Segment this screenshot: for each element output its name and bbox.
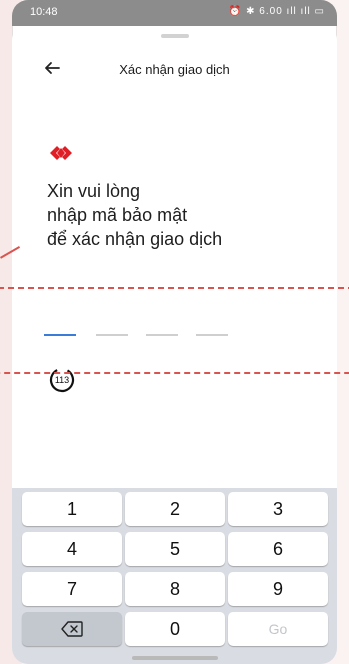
- status-time: 10:48: [30, 6, 58, 18]
- status-bar: 10:48 ⏰ ✱ 6.00 ıll ıll ▭: [12, 0, 337, 26]
- backspace-icon: [61, 621, 83, 637]
- prompt-line: Xin vui lòng: [47, 181, 141, 201]
- brand-logo: [46, 142, 76, 164]
- bottom-sheet: Xác nhận giao dịch Xin vui lòng nhập mã …: [12, 26, 337, 664]
- key-7[interactable]: 7: [22, 572, 122, 606]
- sheet-grab-handle[interactable]: [161, 34, 189, 38]
- code-slot-1[interactable]: [44, 334, 76, 336]
- security-code-prompt: Xin vui lòng nhập mã bảo mật để xác nhận…: [47, 179, 307, 251]
- phone-screen: 10:48 ⏰ ✱ 6.00 ıll ıll ▭ Xác nhận giao d…: [12, 0, 337, 664]
- numeric-keypad: 1 2 3 4 5 6 7 8 9 0 Go: [12, 488, 337, 664]
- key-8[interactable]: 8: [125, 572, 225, 606]
- go-key[interactable]: Go: [228, 612, 328, 646]
- prompt-line: để xác nhận giao dịch: [47, 229, 223, 249]
- page-title: Xác nhận giao dịch: [119, 62, 230, 77]
- key-1[interactable]: 1: [22, 492, 122, 526]
- code-slot-4[interactable]: [196, 334, 228, 336]
- code-slot-2[interactable]: [96, 334, 128, 336]
- key-2[interactable]: 2: [125, 492, 225, 526]
- key-4[interactable]: 4: [22, 532, 122, 566]
- key-6[interactable]: 6: [228, 532, 328, 566]
- brand-diamond-icon: [50, 146, 72, 160]
- key-3[interactable]: 3: [228, 492, 328, 526]
- key-9[interactable]: 9: [228, 572, 328, 606]
- backspace-key[interactable]: [22, 612, 122, 646]
- prompt-line: nhập mã bảo mật: [47, 205, 188, 225]
- key-5[interactable]: 5: [125, 532, 225, 566]
- key-0[interactable]: 0: [125, 612, 225, 646]
- code-slot-3[interactable]: [146, 334, 178, 336]
- countdown-seconds: 113: [54, 375, 70, 385]
- home-indicator: [132, 656, 218, 660]
- status-icons: ⏰ ✱ 6.00 ıll ıll ▭: [228, 6, 325, 17]
